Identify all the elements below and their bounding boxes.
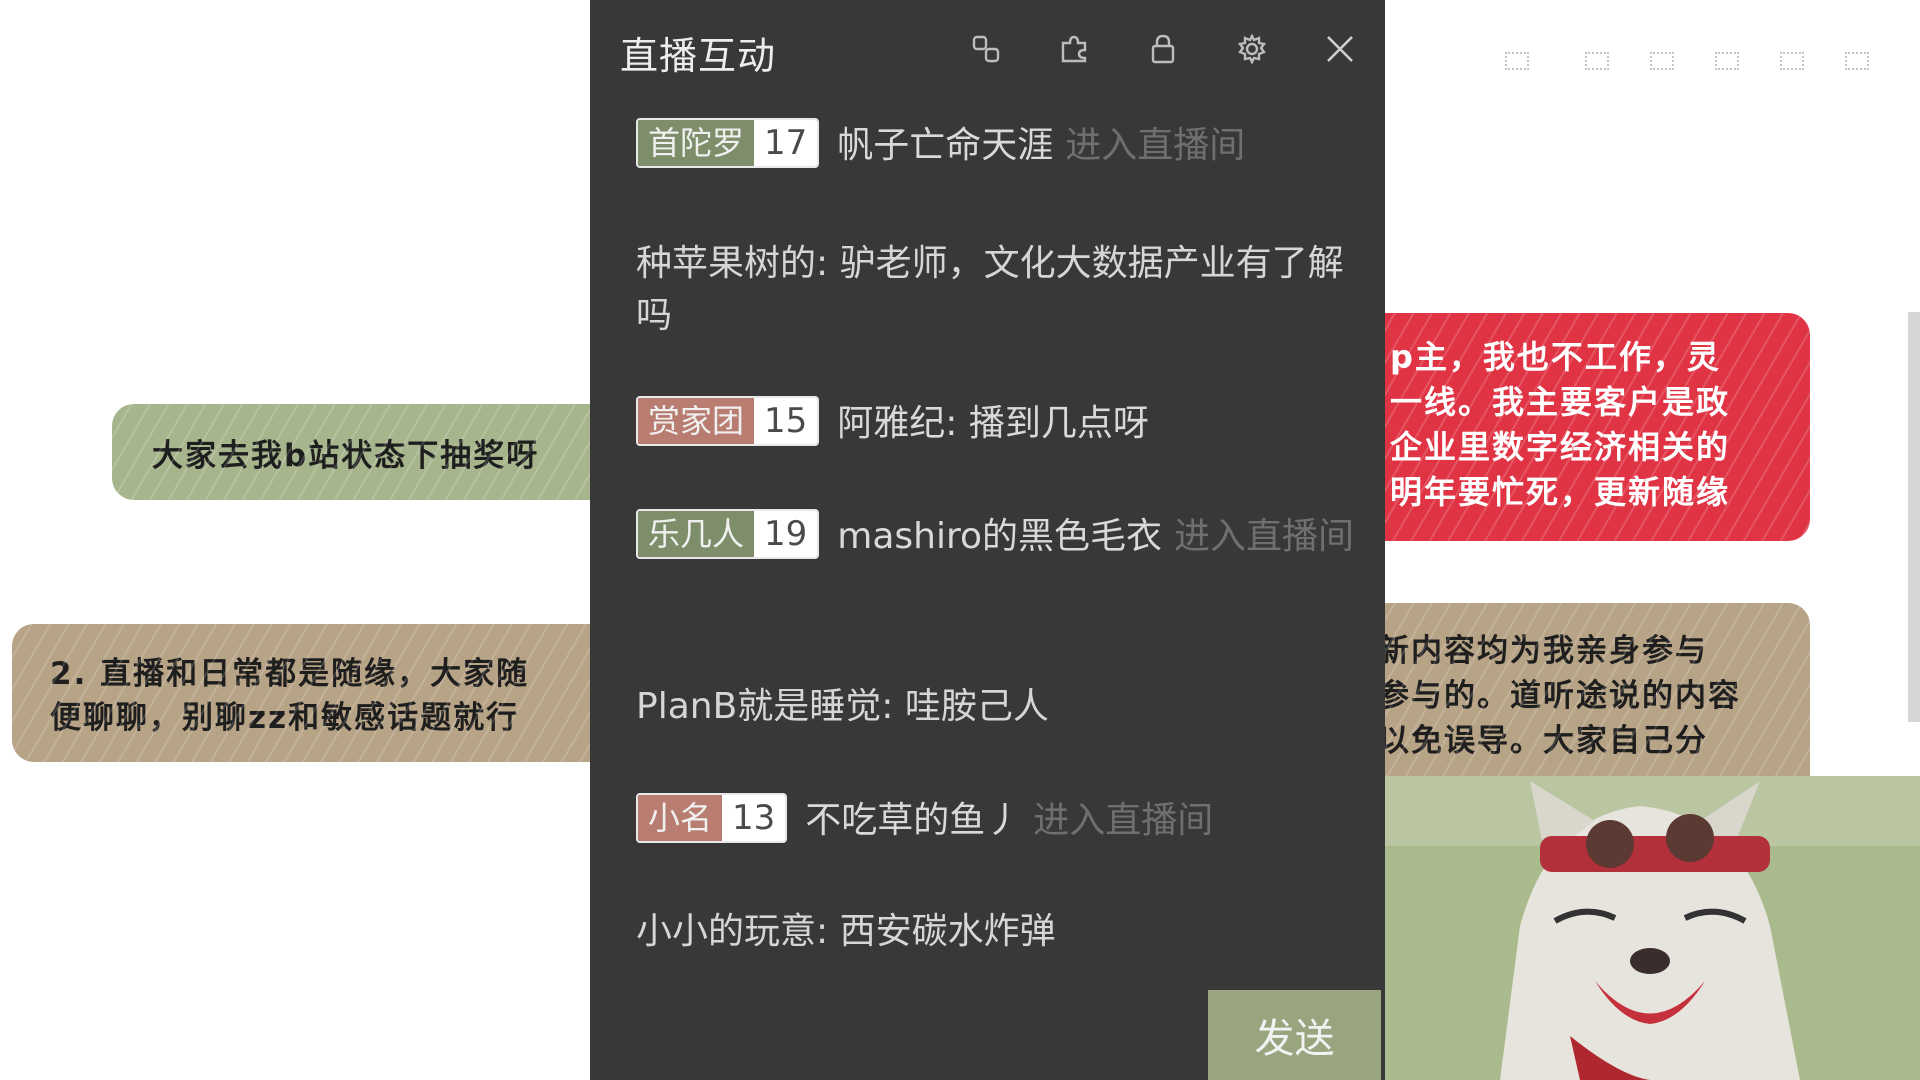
live-interaction-panel: 直播互动 首陀罗 17 帆子亡命天涯 进入直播间 种苹果树的: 驴老师，文化大数… (590, 0, 1385, 1080)
enter-notice: 进入直播间 (1065, 125, 1246, 166)
background-toolbar (1505, 42, 1885, 92)
lock-icon[interactable] (1145, 31, 1181, 67)
puzzle-icon[interactable] (1056, 31, 1092, 67)
intro-note-line: 企业里数字经济相关的 (1390, 428, 1731, 466)
disclaimer-note-line: 新内容均为我亲身参与 (1378, 633, 1708, 669)
fan-badge: 小名 13 (636, 793, 788, 843)
badge-level: 15 (754, 398, 818, 444)
badge-level: 17 (754, 120, 818, 166)
badge-level: 19 (754, 511, 818, 557)
send-button[interactable]: 发送 (1208, 990, 1381, 1080)
fan-badge: 乐几人 19 (636, 509, 820, 559)
badge-name: 首陀罗 (638, 120, 755, 166)
disclaimer-note-line: 以免误导。大家自己分 (1378, 723, 1708, 759)
badge-name: 乐几人 (638, 511, 755, 557)
username[interactable]: 帆子亡命天涯 (837, 125, 1053, 166)
close-icon[interactable] (1322, 31, 1358, 67)
intro-note-line: 明年要忙死，更新随缘 (1390, 473, 1731, 511)
fan-badge: 首陀罗 17 (636, 118, 820, 168)
list-item: 小小的玩意: 西安碳水炸弹 (636, 906, 1356, 958)
chat-message-text: 阿雅纪: 播到几点呀 (837, 403, 1149, 444)
link-icon[interactable] (968, 31, 1004, 67)
enter-notice: 进入直播间 (1033, 800, 1214, 841)
scrollbar[interactable] (1908, 312, 1920, 722)
webcam-feed (1380, 776, 1920, 1080)
username[interactable]: mashiro的黑色毛衣 (837, 516, 1162, 557)
username[interactable]: 不吃草的鱼丿 (805, 800, 1021, 841)
disclaimer-note-line: 参与的。道听途说的内容 (1378, 678, 1741, 714)
gear-icon[interactable] (1234, 31, 1270, 67)
disclaimer-note: 新内容均为我亲身参与 参与的。道听途说的内容 以免误导。大家自己分 (1320, 603, 1810, 803)
badge-name: 赏家团 (638, 398, 755, 444)
badge-level: 13 (722, 795, 786, 841)
panel-title: 直播互动 (620, 34, 777, 78)
fan-badge: 赏家团 15 (636, 396, 820, 446)
badge-name: 小名 (638, 795, 723, 841)
list-item: 种苹果树的: 驴老师，文化大数据产业有了解吗 (636, 238, 1356, 342)
intro-note: p主，我也不工作，灵 一线。我主要客户是政 企业里数字经济相关的 明年要忙死，更… (1320, 313, 1810, 541)
intro-note-line: 一线。我主要客户是政 (1390, 383, 1731, 421)
enter-notice: 进入直播间 (1174, 516, 1355, 557)
list-item: PlanB就是睡觉: 哇胺己人 (636, 681, 1356, 733)
list-item: 小名 13 不吃草的鱼丿 进入直播间 (636, 793, 1356, 847)
chat-message-text: PlanB就是睡觉: 哇胺己人 (636, 686, 1049, 727)
list-item: 赏家团 15 阿雅纪: 播到几点呀 (636, 396, 1356, 450)
intro-note-line: p主，我也不工作，灵 (1390, 338, 1721, 376)
list-item: 乐几人 19 mashiro的黑色毛衣 进入直播间 (636, 509, 1356, 563)
list-item: 首陀罗 17 帆子亡命天涯 进入直播间 (636, 118, 1356, 172)
chat-message-text: 小小的玩意: 西安碳水炸弹 (636, 911, 1056, 952)
chat-message-text: 种苹果树的: 驴老师，文化大数据产业有了解吗 (636, 243, 1344, 336)
